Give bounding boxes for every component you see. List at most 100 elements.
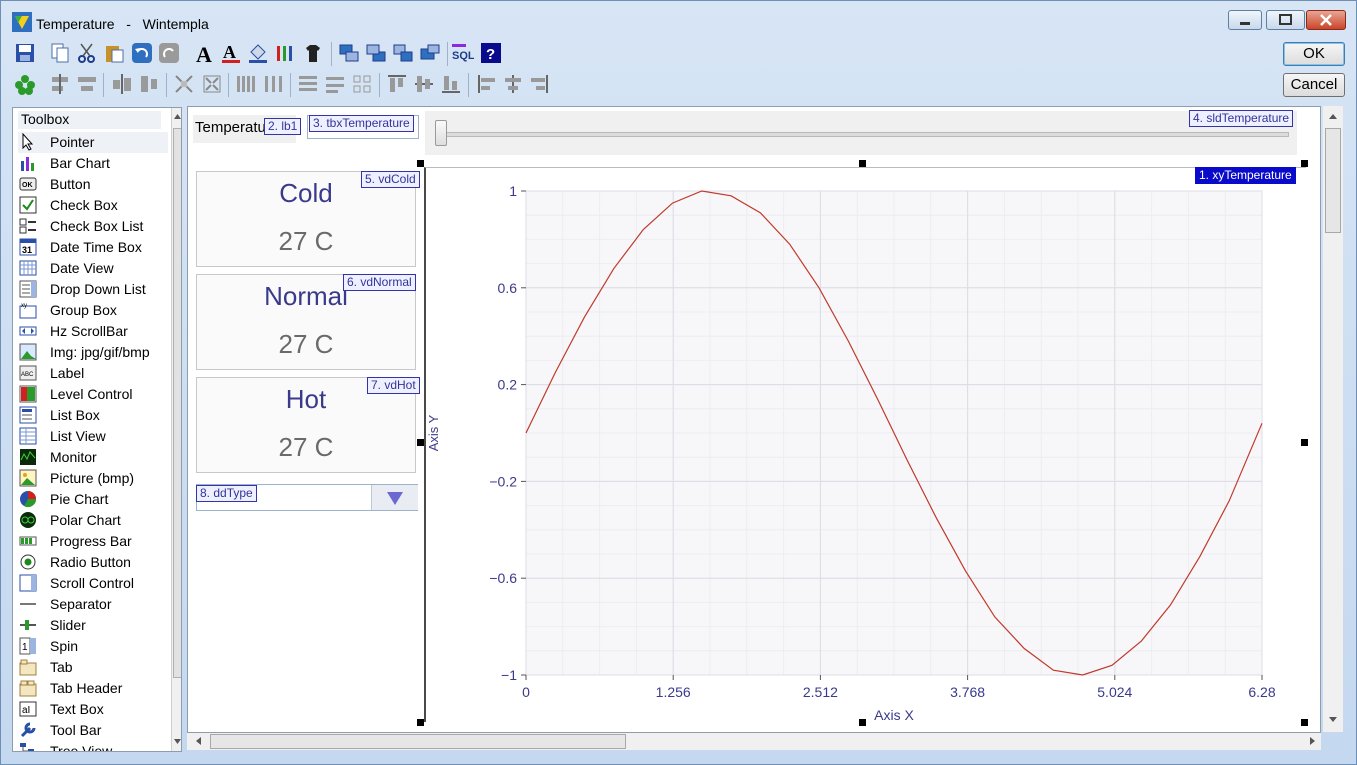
- toolbox-scroll-thumb[interactable]: [173, 128, 181, 678]
- cancel-button[interactable]: Cancel: [1283, 73, 1345, 97]
- align-vcenter-icon[interactable]: [413, 73, 435, 95]
- toolbox-item-list-box[interactable]: List Box: [18, 405, 168, 426]
- toolbox-item-group-box[interactable]: xy Group Box: [18, 300, 168, 321]
- selection-handle[interactable]: [859, 719, 866, 726]
- toolbox-item-label[interactable]: ABC Label: [18, 363, 168, 384]
- selection-handle[interactable]: [1301, 160, 1308, 167]
- toolbox-item-check-box-list[interactable]: Check Box List: [18, 216, 168, 237]
- scroll-up-icon[interactable]: [172, 111, 182, 123]
- toolbox-item-scroll-control[interactable]: Scroll Control: [18, 573, 168, 594]
- toolbox-item-separator[interactable]: Separator: [18, 594, 168, 615]
- scroll-down-icon[interactable]: [172, 736, 182, 748]
- toolbox-item-pie-chart[interactable]: Pie Chart: [18, 489, 168, 510]
- toolbar-separator: [166, 73, 167, 97]
- toolbox-item-spin[interactable]: 1 Spin: [18, 636, 168, 657]
- toolbox-item-list-view[interactable]: List View: [18, 426, 168, 447]
- toolbox-item-date-view[interactable]: Date View: [18, 258, 168, 279]
- toolbox-item-polar-chart[interactable]: Polar Chart: [18, 510, 168, 531]
- same-size-icon[interactable]: [351, 73, 373, 95]
- expand-icon[interactable]: [173, 73, 195, 95]
- design-canvas[interactable]: Temperatu 2. lb1 3. tbxTemperature 4. sl…: [187, 106, 1321, 733]
- toolbox-item-monitor[interactable]: Monitor: [18, 447, 168, 468]
- paste-icon[interactable]: [103, 42, 125, 64]
- copy-icon[interactable]: [49, 42, 71, 64]
- tag-dd-type: 8. ddType: [196, 485, 257, 502]
- align-top-icon[interactable]: [386, 73, 408, 95]
- left-edge-icon[interactable]: [475, 73, 497, 95]
- canvas-vscroll-thumb[interactable]: [1325, 128, 1341, 233]
- tab-order-icon[interactable]: [14, 73, 36, 95]
- align-bottom-icon[interactable]: [440, 73, 462, 95]
- space-even-icon[interactable]: [262, 73, 284, 95]
- send-backward-icon[interactable]: [365, 42, 387, 64]
- minimize-button[interactable]: [1228, 10, 1262, 30]
- right-edge-icon[interactable]: [529, 73, 551, 95]
- toolbox-item-date-time-box[interactable]: 31 Date Time Box: [18, 237, 168, 258]
- toolbox-item-level-control[interactable]: Level Control: [18, 384, 168, 405]
- toolbox-item-bar-chart[interactable]: Bar Chart: [18, 153, 168, 174]
- selection-handle[interactable]: [417, 160, 424, 167]
- bring-forward-icon[interactable]: [338, 42, 360, 64]
- toolbox-item-drop-down-list[interactable]: Drop Down List: [18, 279, 168, 300]
- toolbox-item-hz-scrollbar[interactable]: Hz ScrollBar: [18, 321, 168, 342]
- undo-icon[interactable]: [131, 42, 153, 64]
- slider-temperature[interactable]: [425, 111, 1297, 155]
- toolbox-item-tool-bar[interactable]: Tool Bar: [18, 720, 168, 741]
- redo-icon[interactable]: [158, 42, 180, 64]
- swap-icon[interactable]: [392, 42, 414, 64]
- toolbox-item-slider[interactable]: Slider: [18, 615, 168, 636]
- font-color-icon[interactable]: A: [220, 42, 242, 64]
- toolbox-item-picture-bmp[interactable]: Picture (bmp): [18, 468, 168, 489]
- close-button[interactable]: [1306, 10, 1346, 30]
- selection-handle[interactable]: [417, 719, 424, 726]
- slider-thumb[interactable]: [435, 120, 447, 146]
- value-display-value: 27 C: [278, 226, 334, 256]
- toolbox-item-tree-view[interactable]: Tree View: [18, 741, 168, 751]
- ok-button[interactable]: OK: [1283, 42, 1345, 66]
- align-center-icon[interactable]: [76, 73, 98, 95]
- toolbox-item-img-jpg-gif-bmp[interactable]: Img: jpg/gif/bmp: [18, 342, 168, 363]
- scroll-right-icon[interactable]: [1304, 733, 1320, 750]
- same-width-icon[interactable]: [297, 73, 319, 95]
- selection-handle[interactable]: [859, 160, 866, 167]
- toolbox-item-progress-bar[interactable]: Progress Bar: [18, 531, 168, 552]
- toolbox-item-button[interactable]: OK Button: [18, 174, 168, 195]
- save-icon[interactable]: [14, 42, 36, 64]
- toolbox-scrollbar[interactable]: [171, 108, 182, 751]
- dropdown-button[interactable]: [371, 485, 418, 510]
- selection-handle[interactable]: [1301, 439, 1308, 446]
- toolbox-item-label: Check Box: [50, 197, 118, 213]
- scroll-left-icon[interactable]: [191, 733, 207, 750]
- shrink-icon[interactable]: [201, 73, 223, 95]
- selection-handle[interactable]: [417, 439, 424, 446]
- fill-icon[interactable]: [247, 42, 269, 64]
- hcenter-icon[interactable]: [502, 73, 524, 95]
- toolbox-item-text-box[interactable]: aI Text Box: [18, 699, 168, 720]
- tshirt-icon[interactable]: [302, 42, 324, 64]
- toolbox-item-radio-button[interactable]: Radio Button: [18, 552, 168, 573]
- help-icon[interactable]: ?: [480, 42, 502, 64]
- toolbox-item-check-box[interactable]: Check Box: [18, 195, 168, 216]
- maximize-button[interactable]: [1266, 10, 1305, 30]
- sql-icon[interactable]: SQL: [452, 42, 474, 64]
- toolbox-item-pointer[interactable]: Pointer: [18, 132, 168, 153]
- xy-chart-temperature[interactable]: 0 1.256 2.512 3.768 5.024 6.28 1 0.6 0.2 −0.2 −0.6…: [424, 167, 1306, 723]
- scroll-up-icon[interactable]: [1323, 110, 1343, 124]
- toolbox-item-tab-header[interactable]: Tab Header: [18, 678, 168, 699]
- arrange-icon[interactable]: [419, 42, 441, 64]
- same-height-icon[interactable]: [324, 73, 346, 95]
- canvas-hscroll-thumb[interactable]: [210, 734, 626, 749]
- toolbox-item-tab[interactable]: Tab: [18, 657, 168, 678]
- align-middle-icon[interactable]: [138, 73, 160, 95]
- pencils-icon[interactable]: [274, 42, 296, 64]
- cut-icon[interactable]: [76, 42, 98, 64]
- scroll-down-icon[interactable]: [1323, 713, 1343, 727]
- align-right-icon[interactable]: [111, 73, 133, 95]
- font-icon[interactable]: A: [194, 42, 216, 64]
- canvas-horizontal-scrollbar[interactable]: [187, 733, 1321, 750]
- canvas-vertical-scrollbar[interactable]: [1323, 106, 1343, 732]
- selection-handle[interactable]: [1301, 719, 1308, 726]
- y-tick-label: 0.6: [498, 280, 518, 296]
- space-horizontal-icon[interactable]: [235, 73, 257, 95]
- align-left-icon[interactable]: [49, 73, 71, 95]
